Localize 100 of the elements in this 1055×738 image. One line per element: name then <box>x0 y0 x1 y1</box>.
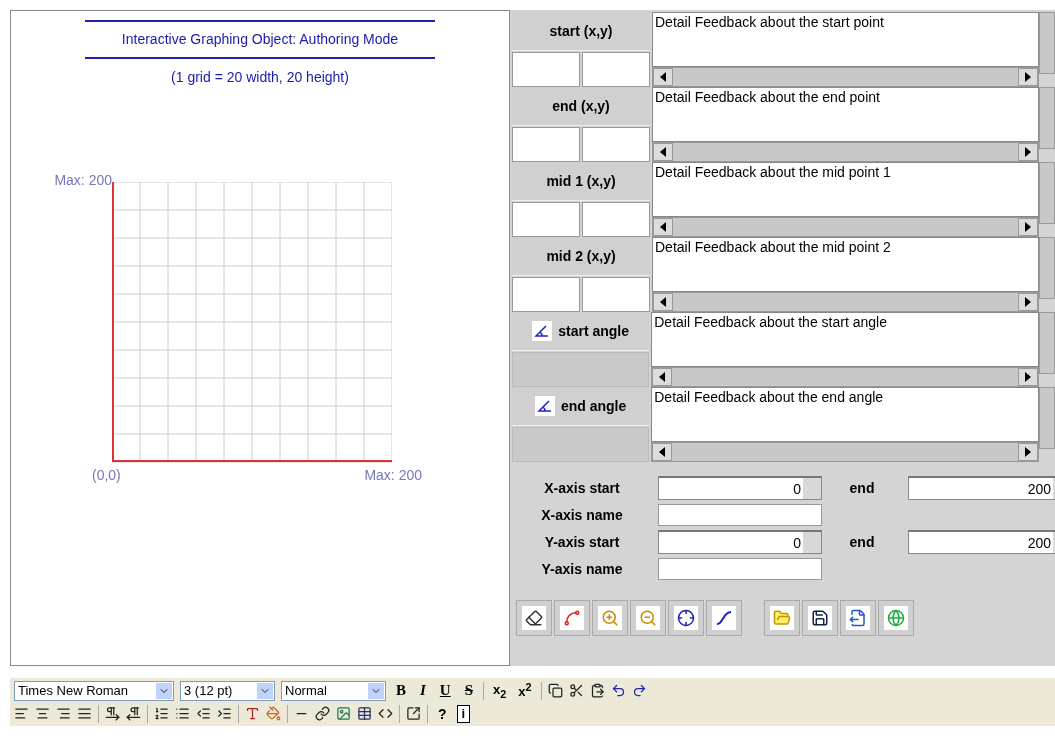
pilcrow-right-icon[interactable] <box>105 706 120 721</box>
right-triangle-icon <box>1024 372 1033 382</box>
y-field[interactable] <box>582 202 650 237</box>
polyline-button[interactable] <box>554 600 590 636</box>
align-right-icon[interactable] <box>56 706 71 721</box>
axis-start-label: Y-axis start <box>543 534 621 550</box>
axis-end-label: end <box>848 534 876 550</box>
vertical-scrollbar[interactable] <box>1039 237 1055 299</box>
scroll-left-button[interactable] <box>653 143 673 161</box>
feedback-text-area[interactable]: Detail Feedback about the start point <box>652 12 1040 67</box>
axis-name-field[interactable] <box>658 558 822 580</box>
curve-button[interactable] <box>706 600 742 636</box>
copy-icon[interactable] <box>547 683 563 698</box>
subscript-button[interactable]: x$_{2}$ <box>490 681 510 700</box>
horizontal-scrollbar[interactable] <box>652 217 1040 237</box>
axis-end-label: end <box>848 480 876 496</box>
scroll-right-button[interactable] <box>1018 368 1039 386</box>
format-select[interactable]: Normal <box>281 680 386 701</box>
left-triangle-icon <box>659 147 667 157</box>
axis-start-spinner[interactable]: 0 <box>658 530 822 554</box>
globe-button[interactable] <box>878 600 914 636</box>
size-select[interactable]: 3 (12 pt) <box>180 680 275 701</box>
zoom-in-icon <box>598 606 622 630</box>
x-field[interactable] <box>512 277 580 312</box>
scroll-right-button[interactable] <box>1018 443 1039 461</box>
save-icon <box>808 606 832 630</box>
y-field[interactable] <box>582 52 650 87</box>
font-select[interactable]: Times New Roman <box>14 680 174 701</box>
align-center-icon[interactable] <box>35 706 50 721</box>
vertical-scrollbar[interactable] <box>1039 87 1055 149</box>
text-color-icon[interactable] <box>245 706 260 721</box>
vertical-scrollbar[interactable] <box>1039 312 1055 374</box>
align-left-icon[interactable] <box>14 706 29 721</box>
strike-button[interactable]: S <box>460 682 478 699</box>
superscript-button[interactable]: x$^{2}$ <box>515 681 535 700</box>
eraser-button[interactable] <box>516 600 552 636</box>
feedback-text-area[interactable]: Detail Feedback about the mid point 1 <box>652 162 1040 217</box>
x-field[interactable] <box>512 127 580 162</box>
feedback-text-area[interactable]: Detail Feedback about the end point <box>652 87 1040 142</box>
bullet-list-icon[interactable] <box>175 706 190 721</box>
point-label: start (x,y) <box>549 23 613 39</box>
justify-icon[interactable] <box>77 706 92 721</box>
table-icon[interactable] <box>357 706 372 721</box>
export-button[interactable] <box>840 600 876 636</box>
crosshair-button[interactable] <box>668 600 704 636</box>
bold-button[interactable]: B <box>392 682 410 699</box>
y-field[interactable] <box>582 127 650 162</box>
x-field[interactable] <box>512 202 580 237</box>
scroll-left-button[interactable] <box>653 68 673 86</box>
axis-start-spinner[interactable]: 0 <box>658 476 822 500</box>
link-icon[interactable] <box>315 706 330 721</box>
scroll-right-button[interactable] <box>1018 68 1039 86</box>
horizontal-scrollbar[interactable] <box>651 367 1040 387</box>
scroll-left-button[interactable] <box>652 443 673 461</box>
feedback-text-area[interactable]: Detail Feedback about the start angle <box>651 312 1040 367</box>
italic-button[interactable]: I <box>416 682 430 699</box>
indent-icon[interactable] <box>217 706 232 721</box>
underline-button[interactable]: U <box>435 682 455 699</box>
y-field[interactable] <box>582 277 650 312</box>
scissors-icon[interactable] <box>568 683 584 698</box>
vertical-scrollbar[interactable] <box>1039 387 1055 449</box>
popout-icon[interactable] <box>406 706 421 721</box>
angle-icon[interactable] <box>534 396 555 416</box>
numbered-list-icon[interactable] <box>154 706 169 721</box>
image-icon[interactable] <box>336 706 351 721</box>
horizontal-scrollbar[interactable] <box>652 292 1040 312</box>
code-icon[interactable] <box>378 706 393 721</box>
horizontal-scrollbar[interactable] <box>652 142 1040 162</box>
scroll-right-button[interactable] <box>1018 218 1039 236</box>
scroll-left-button[interactable] <box>653 293 673 311</box>
point-label: mid 2 (x,y) <box>546 248 616 264</box>
feedback-text-area[interactable]: Detail Feedback about the mid point 2 <box>652 237 1040 292</box>
axis-name-field[interactable] <box>658 504 822 526</box>
angle-icon[interactable] <box>532 321 553 341</box>
point-label: start angle <box>558 323 629 339</box>
point-label: end angle <box>560 398 627 414</box>
feedback-text-area[interactable]: Detail Feedback about the end angle <box>651 387 1040 442</box>
outdent-icon[interactable] <box>196 706 211 721</box>
scroll-right-button[interactable] <box>1018 143 1039 161</box>
zoom-in-button[interactable] <box>592 600 628 636</box>
curve-icon <box>712 606 736 630</box>
horizontal-scrollbar[interactable] <box>652 67 1040 87</box>
help-button[interactable]: ? <box>434 705 451 722</box>
save-button[interactable] <box>802 600 838 636</box>
eraser-icon <box>522 606 546 630</box>
right-triangle-icon <box>1024 222 1033 232</box>
vertical-scrollbar[interactable] <box>1039 162 1055 224</box>
horizontal-scrollbar[interactable] <box>651 442 1040 462</box>
vertical-scrollbar[interactable] <box>1039 12 1055 74</box>
scroll-left-button[interactable] <box>653 218 673 236</box>
scroll-left-button[interactable] <box>652 368 673 386</box>
x-field[interactable] <box>512 52 580 87</box>
undo-icon[interactable] <box>610 683 626 698</box>
folder-icon <box>770 606 794 630</box>
scroll-right-button[interactable] <box>1018 293 1039 311</box>
paint-bucket-icon[interactable] <box>266 706 281 721</box>
info-button[interactable]: i <box>456 704 471 723</box>
paste-icon[interactable] <box>589 683 605 698</box>
pilcrow-left-icon[interactable] <box>126 706 141 721</box>
redo-icon[interactable] <box>631 683 647 698</box>
